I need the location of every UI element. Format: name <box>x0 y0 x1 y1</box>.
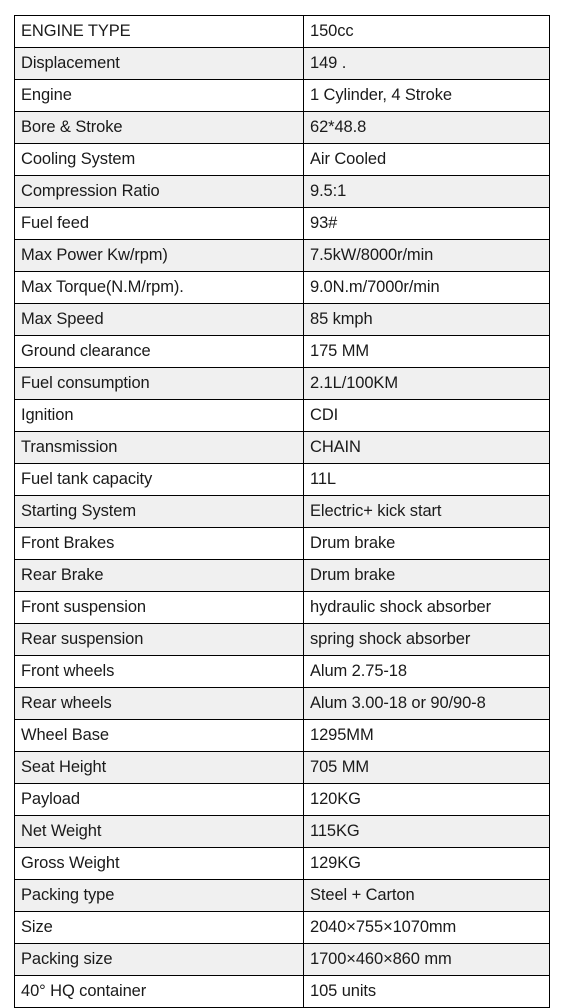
table-row: Front wheels Alum 2.75-18 <box>14 655 550 688</box>
spec-value-cell: hydraulic shock absorber <box>303 591 550 624</box>
table-row: Engine 1 Cylinder, 4 Stroke <box>14 79 550 112</box>
spec-value-cell: 120KG <box>303 783 550 816</box>
spec-value-cell: Alum 2.75-18 <box>303 655 550 688</box>
spec-label-cell: Rear wheels <box>14 687 304 720</box>
spec-label-cell: Packing type <box>14 879 304 912</box>
spec-label-cell: Fuel feed <box>14 207 304 240</box>
table-row: Max Speed 85 kmph <box>14 303 550 336</box>
table-row: Starting System Electric+ kick start <box>14 495 550 528</box>
table-row: ENGINE TYPE 150cc <box>14 15 550 48</box>
spec-table-container: ENGINE TYPE 150cc Displacement 149 . Engine 1… <box>14 15 550 1008</box>
spec-label-cell: Ignition <box>14 399 304 432</box>
spec-label-cell: ENGINE TYPE <box>14 15 304 48</box>
spec-value-cell: Alum 3.00-18 or 90/90-8 <box>303 687 550 720</box>
spec-label-cell: Max Speed <box>14 303 304 336</box>
spec-value-cell: 7.5kW/8000r/min <box>303 239 550 272</box>
spec-value-cell: 2040×755×1070mm <box>303 911 550 944</box>
table-row: Packing size 1700×460×860 mm <box>14 943 550 976</box>
spec-value-cell: CHAIN <box>303 431 550 464</box>
spec-label-cell: Displacement <box>14 47 304 80</box>
table-row: Rear suspension spring shock absorber <box>14 623 550 656</box>
spec-value-cell: 115KG <box>303 815 550 848</box>
spec-value-cell: 2.1L/100KM <box>303 367 550 400</box>
spec-label-cell: Net Weight <box>14 815 304 848</box>
spec-value-cell: Drum brake <box>303 559 550 592</box>
spec-value-cell: 705 MM <box>303 751 550 784</box>
spec-label-cell: Rear Brake <box>14 559 304 592</box>
spec-label-cell: Fuel consumption <box>14 367 304 400</box>
spec-label-cell: Rear suspension <box>14 623 304 656</box>
table-row: Net Weight 115KG <box>14 815 550 848</box>
spec-value-cell: 9.5:1 <box>303 175 550 208</box>
spec-label-cell: Ground clearance <box>14 335 304 368</box>
spec-value-cell: 175 MM <box>303 335 550 368</box>
spec-value-cell: 1700×460×860 mm <box>303 943 550 976</box>
table-row: Max Torque(N.M/rpm). 9.0N.m/7000r/min <box>14 271 550 304</box>
table-row: Seat Height 705 MM <box>14 751 550 784</box>
spec-table-body: ENGINE TYPE 150cc Displacement 149 . Engine 1… <box>14 15 550 1008</box>
spec-value-cell: 149 . <box>303 47 550 80</box>
spec-value-cell: 62*48.8 <box>303 111 550 144</box>
spec-value-cell: 129KG <box>303 847 550 880</box>
spec-label-cell: Bore & Stroke <box>14 111 304 144</box>
spec-value-cell: Electric+ kick start <box>303 495 550 528</box>
table-row: Fuel consumption 2.1L/100KM <box>14 367 550 400</box>
table-row: Displacement 149 . <box>14 47 550 80</box>
spec-label-cell: Max Torque(N.M/rpm). <box>14 271 304 304</box>
spec-label-cell: Transmission <box>14 431 304 464</box>
table-row: Front suspension hydraulic shock absorber <box>14 591 550 624</box>
table-row: Gross Weight 129KG <box>14 847 550 880</box>
table-row: Wheel Base 1295MM <box>14 719 550 752</box>
spec-value-cell: 105 units <box>303 975 550 1008</box>
spec-label-cell: Cooling System <box>14 143 304 176</box>
table-row: 40° HQ container 105 units <box>14 975 550 1008</box>
spec-label-cell: Seat Height <box>14 751 304 784</box>
spec-value-cell: Drum brake <box>303 527 550 560</box>
spec-label-cell: Compression Ratio <box>14 175 304 208</box>
spec-label-cell: Starting System <box>14 495 304 528</box>
table-row: Packing type Steel + Carton <box>14 879 550 912</box>
spec-label-cell: Size <box>14 911 304 944</box>
spec-label-cell: 40° HQ container <box>14 975 304 1008</box>
table-row: Compression Ratio 9.5:1 <box>14 175 550 208</box>
table-row: Payload 120KG <box>14 783 550 816</box>
spec-label-cell: Payload <box>14 783 304 816</box>
table-row: Ground clearance 175 MM <box>14 335 550 368</box>
table-row: Rear Brake Drum brake <box>14 559 550 592</box>
spec-label-cell: Gross Weight <box>14 847 304 880</box>
spec-label-cell: Engine <box>14 79 304 112</box>
table-row: Transmission CHAIN <box>14 431 550 464</box>
spec-value-cell: CDI <box>303 399 550 432</box>
spec-value-cell: 85 kmph <box>303 303 550 336</box>
spec-label-cell: Front wheels <box>14 655 304 688</box>
page-root: ENGINE TYPE 150cc Displacement 149 . Engine 1… <box>0 0 567 1008</box>
specification-table: ENGINE TYPE 150cc Displacement 149 . Engine 1… <box>14 15 550 1008</box>
table-row: Cooling System Air Cooled <box>14 143 550 176</box>
spec-label-cell: Wheel Base <box>14 719 304 752</box>
table-row: Ignition CDI <box>14 399 550 432</box>
spec-label-cell: Fuel tank capacity <box>14 463 304 496</box>
table-row: Max Power Kw/rpm) 7.5kW/8000r/min <box>14 239 550 272</box>
table-row: Bore & Stroke 62*48.8 <box>14 111 550 144</box>
spec-value-cell: 9.0N.m/7000r/min <box>303 271 550 304</box>
spec-label-cell: Packing size <box>14 943 304 976</box>
table-row: Front Brakes Drum brake <box>14 527 550 560</box>
spec-label-cell: Max Power Kw/rpm) <box>14 239 304 272</box>
spec-value-cell: Air Cooled <box>303 143 550 176</box>
table-row: Rear wheels Alum 3.00-18 or 90/90-8 <box>14 687 550 720</box>
table-row: Size 2040×755×1070mm <box>14 911 550 944</box>
spec-value-cell: spring shock absorber <box>303 623 550 656</box>
spec-value-cell: Steel + Carton <box>303 879 550 912</box>
spec-label-cell: Front suspension <box>14 591 304 624</box>
spec-value-cell: 93# <box>303 207 550 240</box>
table-row: Fuel tank capacity 11L <box>14 463 550 496</box>
spec-value-cell: 1 Cylinder, 4 Stroke <box>303 79 550 112</box>
spec-label-cell: Front Brakes <box>14 527 304 560</box>
spec-value-cell: 150cc <box>303 15 550 48</box>
spec-value-cell: 1295MM <box>303 719 550 752</box>
spec-value-cell: 11L <box>303 463 550 496</box>
table-row: Fuel feed 93# <box>14 207 550 240</box>
